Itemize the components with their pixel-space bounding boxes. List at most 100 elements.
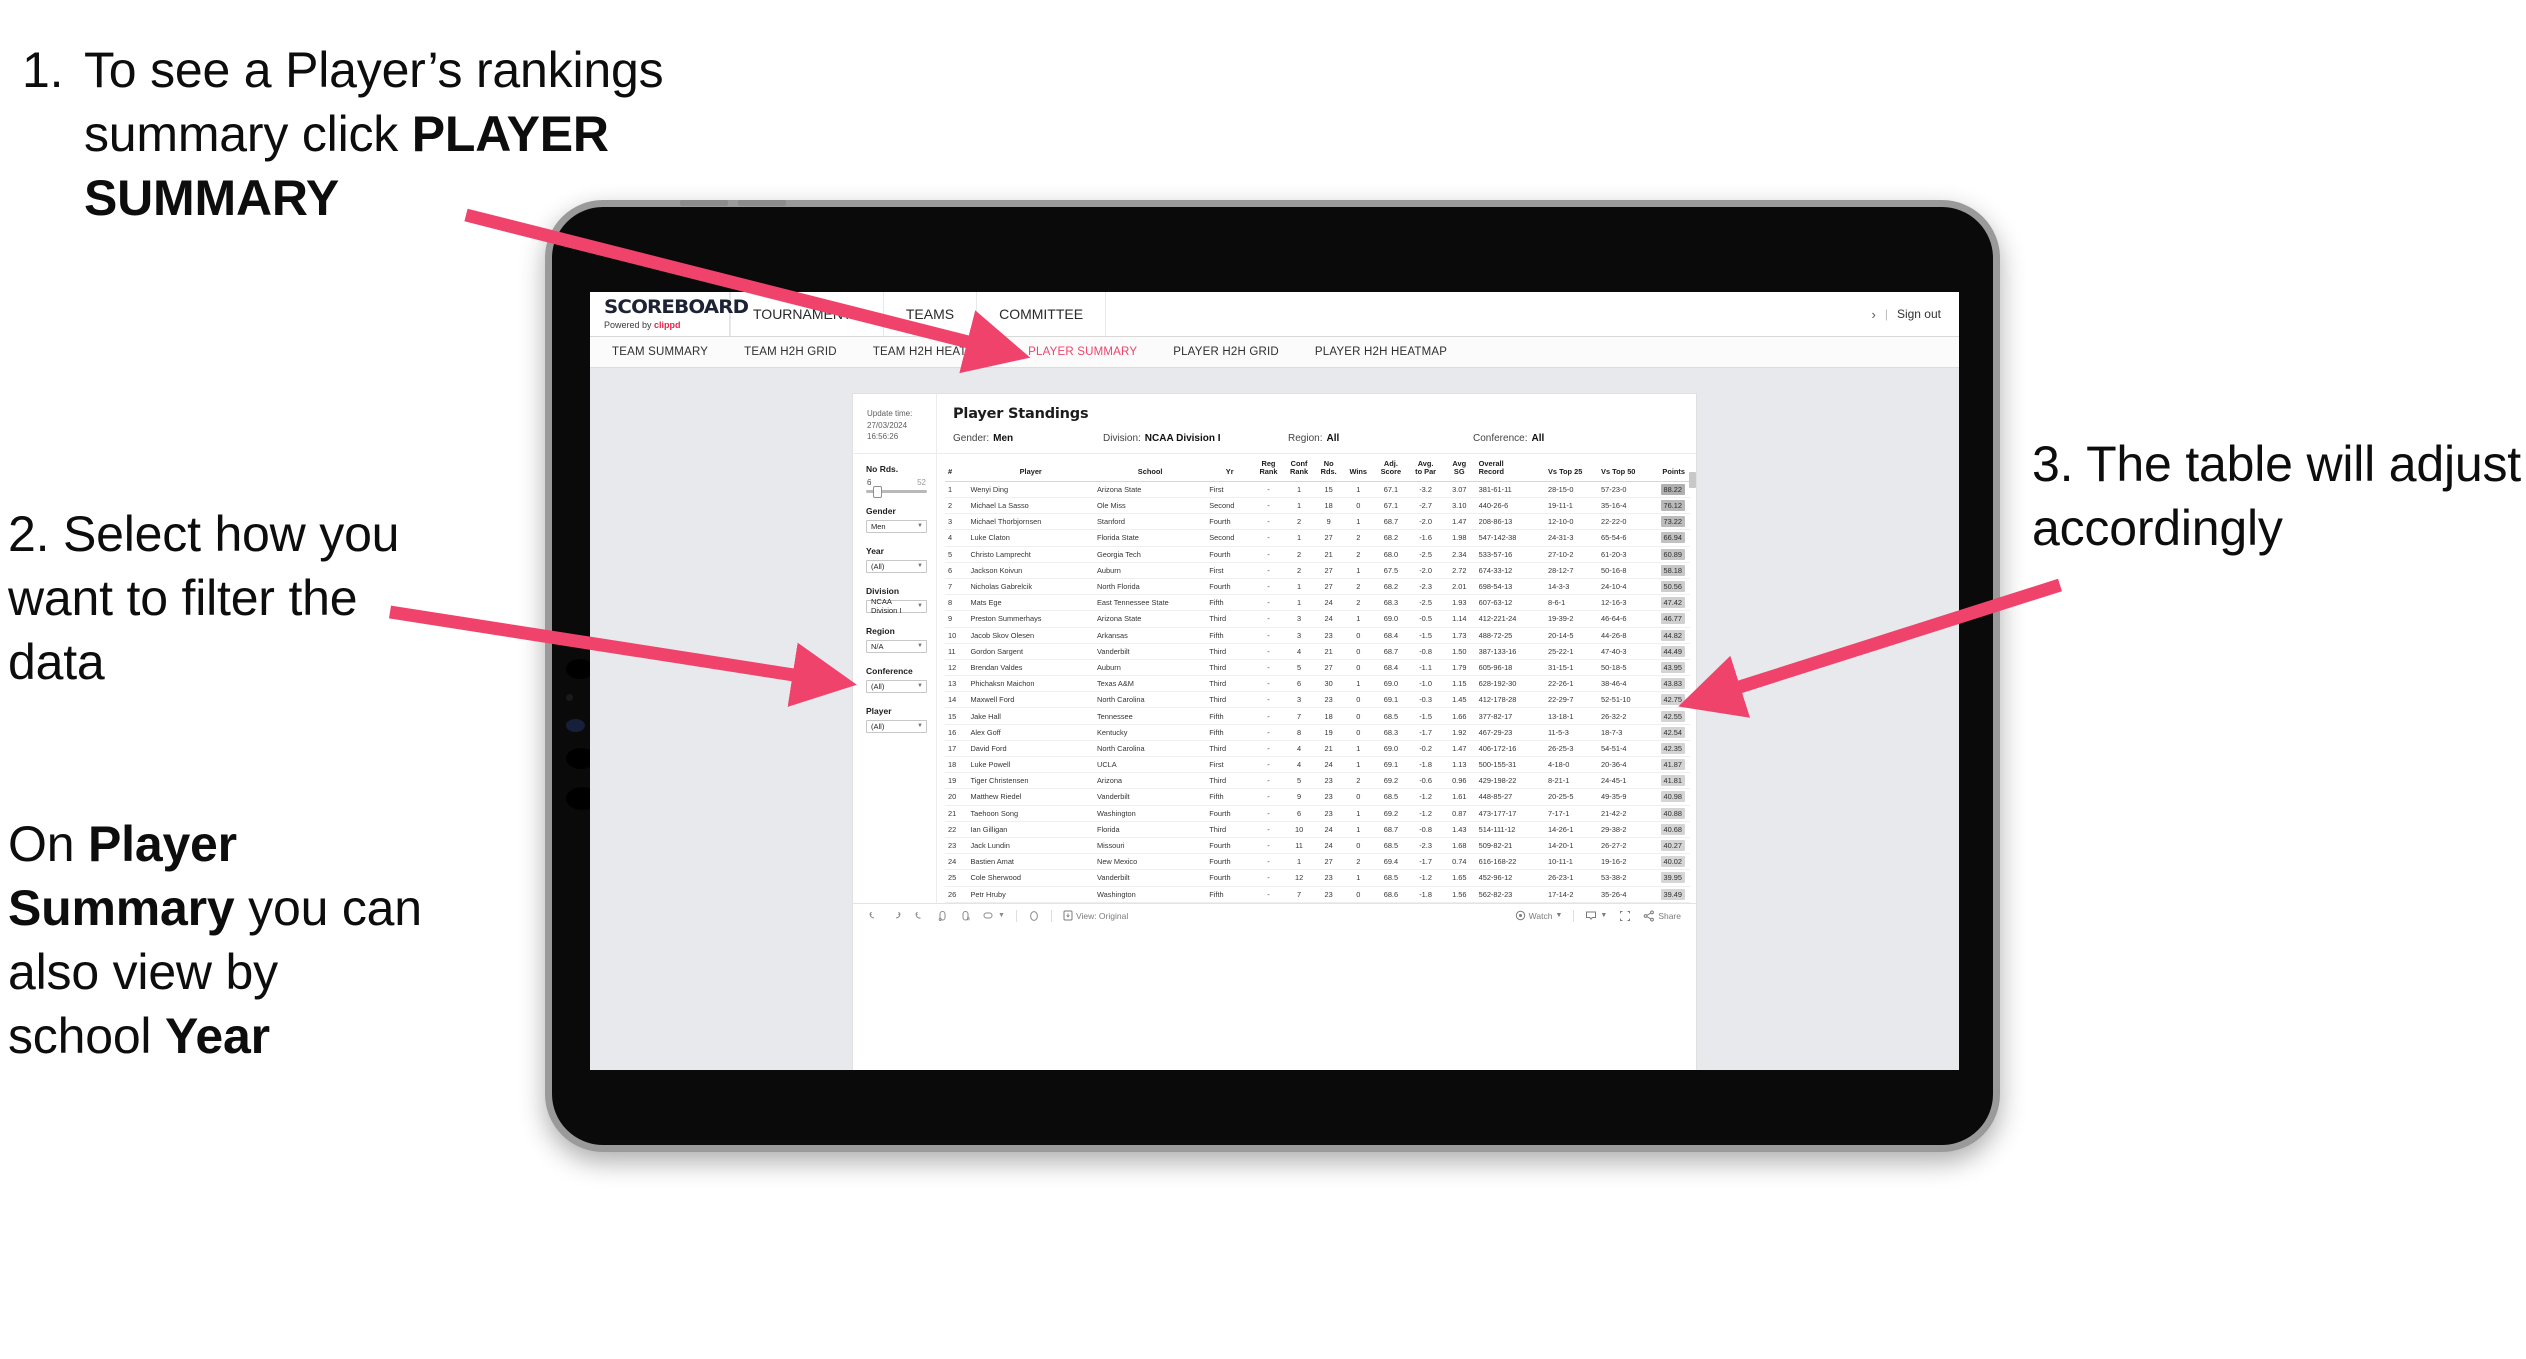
cell-wins: 0 (1342, 788, 1374, 806)
col-header-reg-rank[interactable]: Reg Rank (1253, 459, 1284, 482)
filter-division-select[interactable]: NCAA Division I ▼ (866, 597, 927, 615)
view-original-button[interactable]: View: Original (1057, 910, 1134, 921)
col-header-t50-l1: Vs Top 50 (1601, 467, 1636, 477)
col-header-school[interactable]: School (1093, 459, 1207, 482)
table-row[interactable]: 10 Jacob Skov Olesen Arkansas Fifth -3 23 0 68.… (945, 627, 1690, 644)
refresh-data-icon[interactable] (931, 910, 954, 922)
logo-text: SCOREBOARD (604, 296, 749, 318)
table-row[interactable]: 13 Phichaksn Maichon Texas A&M Third -6 30 1 69… (945, 675, 1690, 693)
cell-reg-rank: - (1253, 691, 1284, 709)
tab-player-summary[interactable]: PLAYER SUMMARY (1028, 346, 1159, 358)
table-row[interactable]: 5 Christo Lamprecht Georgia Tech Fourth -2 21… (945, 546, 1690, 563)
range-slider-handle[interactable] (873, 486, 882, 499)
col-header-overall-record[interactable]: Overall Record (1475, 459, 1545, 482)
topnav-item-committee[interactable]: COMMITTEE (977, 292, 1107, 336)
table-row[interactable]: 17 David Ford North Carolina Third -4 21 1 69.0… (945, 740, 1690, 758)
col-header-adj-score[interactable]: Adj. Score (1373, 459, 1409, 482)
table-row[interactable]: 19 Tiger Christensen Arizona Third -5 23 2 69.2… (945, 772, 1690, 790)
table-row[interactable]: 14 Maxwell Ford North Carolina Third -3 23 0 69… (945, 691, 1690, 709)
table-row[interactable]: 26 Petr Hruby Washington Fifth -7 23 0 68.6 -1.8… (945, 886, 1690, 903)
fullscreen-button[interactable] (1613, 910, 1637, 922)
cell-school: Florida (1093, 821, 1207, 838)
cell-rank: 16 (945, 724, 968, 741)
topnav-item-tournaments[interactable]: TOURNAMENTS (730, 292, 884, 336)
filter-gender-select[interactable]: Men ▼ (866, 519, 927, 533)
filter-player-select[interactable]: (All) ▼ (866, 719, 927, 733)
table-row[interactable]: 1 Wenyi Ding Arizona State First -1 15 1 67.1 -3… (945, 481, 1690, 499)
cell-conf-rank: 12 (1283, 869, 1315, 887)
tablet-screen: SCOREBOARD Powered by clippd TOURNAMENTS… (590, 292, 1959, 1070)
table-row[interactable]: 15 Jake Hall Tennessee Fifth -7 18 0 68.5 -1.5 1.… (945, 707, 1690, 725)
col-header-rank[interactable]: # (945, 459, 968, 482)
table-row[interactable]: 8 Mats Ege East Tennessee State Fifth -1 24 2 6… (945, 594, 1690, 612)
share-button[interactable]: Share (1637, 910, 1687, 922)
tab-team-h2h-heatmap[interactable]: TEAM H2H HEATMAP (873, 346, 1014, 358)
cell-yr: Fifth (1206, 627, 1254, 644)
cell-rank: 20 (945, 788, 968, 806)
table-row[interactable]: 6 Jackson Koivun Auburn First -2 27 1 67.5 -2.0 2… (945, 562, 1690, 579)
table-row[interactable]: 24 Bastien Amat New Mexico Fourth -1 27 2 69.4-… (945, 853, 1690, 871)
sign-out-link[interactable]: Sign out (1897, 307, 1941, 321)
redo-button[interactable] (885, 910, 908, 921)
col-header-player[interactable]: Player (967, 459, 1094, 482)
col-header-yr[interactable]: Yr (1206, 459, 1254, 482)
cell-vs-top-50: 61-20-3 (1598, 546, 1652, 563)
col-header-vs-top-25[interactable]: Vs Top 25 (1544, 459, 1599, 482)
range-slider-track[interactable] (866, 486, 927, 499)
col-header-avg-sg[interactable]: Avg SG (1442, 459, 1476, 482)
pause-auto-update-icon[interactable] (954, 910, 977, 922)
tab-player-h2h-heatmap[interactable]: PLAYER H2H HEATMAP (1315, 346, 1469, 358)
annotation-2: 2. Select how you want to filter the dat… (8, 502, 428, 694)
cell-conf-rank: 7 (1283, 886, 1315, 903)
table-row[interactable]: 21 Taehoon Song Washington Fourth -6 23 1 69.2-… (945, 805, 1690, 822)
table-row[interactable]: 16 Alex Goff Kentucky Fifth -8 19 0 68.3 -1.7 1.9… (945, 724, 1690, 741)
account-chevron-icon[interactable]: › (1871, 307, 1875, 322)
table-row[interactable]: 22 Ian Gilligan Florida Third -10 24 1 68.7 -0.8… (945, 821, 1690, 838)
cell-school: Washington (1093, 805, 1207, 822)
col-header-wins[interactable]: Wins (1342, 459, 1374, 482)
tab-player-h2h-grid[interactable]: PLAYER H2H GRID (1173, 346, 1301, 358)
cell-overall-record: 412-221-24 (1475, 610, 1545, 628)
table-scrollbar[interactable] (1689, 471, 1696, 488)
summary-filter-division: Division: NCAA Division I (1103, 433, 1288, 444)
tab-team-h2h-grid[interactable]: TEAM H2H GRID (744, 346, 859, 358)
col-header-vs-top-50[interactable]: Vs Top 50 (1598, 459, 1652, 482)
tab-team-summary[interactable]: TEAM SUMMARY (612, 346, 730, 358)
table-row[interactable]: 23 Jack Lundin Missouri Fourth -11 24 0 68.5 -2.… (945, 837, 1690, 855)
table-row[interactable]: 25 Cole Sherwood Vanderbilt Fourth -12 23 1 68.… (945, 869, 1690, 887)
watch-button[interactable]: Watch ▼ (1509, 910, 1569, 921)
device-preview-dropdown[interactable]: ▼ (977, 910, 1011, 921)
col-header-avg-to-par[interactable]: Avg. to Par (1408, 459, 1443, 482)
cell-points: 42.75 (1651, 691, 1690, 709)
table-row[interactable]: 20 Matthew Riedel Vanderbilt Fifth -9 23 0 68.5… (945, 788, 1690, 806)
col-header-no-rds[interactable]: No Rds. (1314, 459, 1343, 482)
topnav-item-teams[interactable]: TEAMS (884, 292, 978, 336)
filter-region-select[interactable]: N/A ▼ (866, 639, 927, 653)
cell-avg-sg: 1.15 (1442, 675, 1476, 693)
table-row[interactable]: 3 Michael Thorbjornsen Stanford Fourth -2 9 1 6… (945, 513, 1690, 531)
col-header-points[interactable]: Points (1651, 459, 1690, 482)
cell-adj-score: 68.5 (1373, 837, 1409, 855)
filter-conference-select[interactable]: (All) ▼ (866, 679, 927, 693)
cell-reg-rank: - (1253, 529, 1284, 547)
cell-no-rds: 21 (1314, 546, 1343, 563)
app-logo[interactable]: SCOREBOARD Powered by clippd (590, 292, 749, 336)
cell-vs-top-50: 26-27-2 (1598, 837, 1652, 855)
table-row[interactable]: 9 Preston Summerhays Arizona State Third -3 2… (945, 610, 1690, 628)
account-area: › | Sign out (1871, 292, 1959, 336)
undo-button[interactable] (862, 910, 885, 921)
download-button[interactable]: ▼ (1579, 910, 1613, 922)
revert-button[interactable] (908, 910, 931, 921)
col-header-conf-rank[interactable]: Conf Rank (1283, 459, 1315, 482)
cell-rank: 6 (945, 562, 968, 579)
table-row[interactable]: 2 Michael La Sasso Ole Miss Second -1 18 0 67.1… (945, 497, 1690, 515)
table-row[interactable]: 4 Luke Claton Florida State Second -1 27 2 68.2… (945, 529, 1690, 547)
cell-avg-to-par: -1.7 (1408, 853, 1443, 871)
table-row[interactable]: 12 Brendan Valdes Auburn Third -5 27 0 68.4 -1.1… (945, 659, 1690, 677)
pause-resume-icon[interactable] (1022, 910, 1046, 922)
table-row[interactable]: 11 Gordon Sargent Vanderbilt Third -4 21 0 68.7… (945, 643, 1690, 660)
cell-wins: 2 (1342, 578, 1374, 596)
table-row[interactable]: 18 Luke Powell UCLA First -4 24 1 69.1 -1.8 1.13 5… (945, 756, 1690, 774)
filter-year-select[interactable]: (All) ▼ (866, 559, 927, 573)
table-row[interactable]: 7 Nicholas Gabrelcik North Florida Fourth -1… (945, 578, 1690, 596)
